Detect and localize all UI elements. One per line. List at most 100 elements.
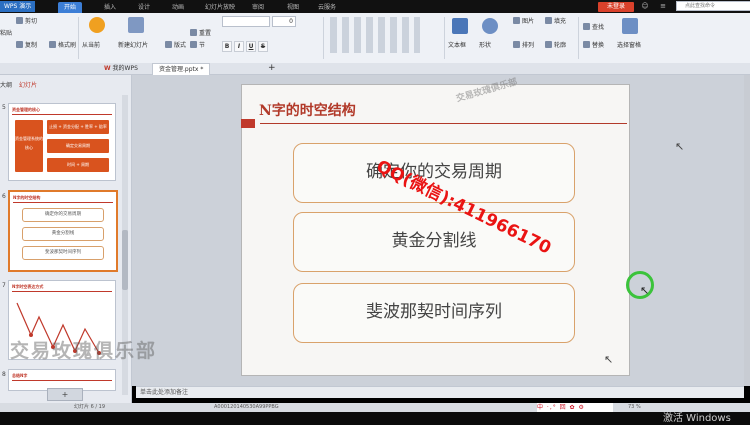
tab-cloud[interactable]: 云服务 xyxy=(318,2,336,13)
thumbnail-item: 确定你的交易周期 xyxy=(22,208,104,222)
slide-number: 8 xyxy=(2,371,6,378)
copy-icon xyxy=(16,41,23,48)
activate-windows-watermark: 激活 Windows xyxy=(663,413,731,424)
slide-thumbnail-6[interactable]: N字的时空结构 确定你的交易周期 黄金分割线 斐波那契时间序列 xyxy=(8,190,118,272)
search-icon xyxy=(583,23,590,30)
layout-button[interactable]: 版式 xyxy=(165,40,186,51)
tab-design[interactable]: 设计 xyxy=(138,2,150,13)
command-search-input[interactable]: 点此查找命令 xyxy=(676,1,750,11)
cut-button[interactable]: 剪切 xyxy=(16,16,37,27)
arrange-button[interactable]: 排列 xyxy=(513,40,534,51)
bold-button[interactable]: B xyxy=(222,41,232,52)
section-icon xyxy=(190,41,197,48)
video-frame-border xyxy=(0,412,750,425)
shape-button[interactable]: 形状 xyxy=(479,40,491,51)
login-button[interactable]: 未登录 xyxy=(598,2,634,12)
fill-icon xyxy=(545,17,552,24)
content-text: 斐波那契时间序列 xyxy=(366,302,502,322)
textbox-button[interactable]: 文本框 xyxy=(448,40,466,51)
slide-number: 7 xyxy=(2,282,6,289)
thumbnail-box: 时间 + 周期 xyxy=(47,158,109,172)
wps-logo-icon: W xyxy=(104,65,111,72)
tab-review[interactable]: 审阅 xyxy=(252,2,264,13)
tab-document[interactable]: 资金管理.pptx * xyxy=(152,63,211,75)
tab-slides[interactable]: 幻灯片 xyxy=(19,80,37,89)
play-icon[interactable] xyxy=(89,17,105,33)
image-icon xyxy=(513,17,520,24)
notes-input[interactable]: 单击此处添加备注 xyxy=(136,386,744,398)
reset-icon xyxy=(190,29,197,36)
outline-icon xyxy=(545,41,552,48)
thumbnail-title: N字的时空结构 xyxy=(13,195,113,203)
mouse-cursor-icon: ↖ xyxy=(675,140,685,153)
select-pane-icon[interactable] xyxy=(622,18,638,34)
underline-button[interactable]: U xyxy=(246,41,256,52)
tab-home[interactable]: 开始 xyxy=(58,2,83,13)
title-underline xyxy=(260,123,627,124)
thumbnail-box: 止损 + 资金分配 + 胜率 + 赔率 xyxy=(47,120,109,134)
ribbon-divider xyxy=(444,17,445,59)
thumbnail-title: 资金管理的核心 xyxy=(12,107,112,115)
skin-icon[interactable]: ☺ xyxy=(640,2,650,11)
paragraph-tools[interactable] xyxy=(330,17,420,53)
canvas-scrollbar[interactable] xyxy=(744,75,750,386)
tab-animation[interactable]: 动画 xyxy=(172,2,184,13)
title-arrow-icon xyxy=(241,119,255,128)
tab-slideshow[interactable]: 幻灯片放映 xyxy=(205,2,235,13)
tab-insert[interactable]: 插入 xyxy=(104,2,116,13)
slide-number: 5 xyxy=(2,104,6,111)
font-size-select[interactable]: 0 xyxy=(272,16,296,27)
find-button[interactable]: 查找 xyxy=(583,22,604,33)
new-slide-icon[interactable] xyxy=(128,17,144,33)
strike-button[interactable]: S xyxy=(258,41,268,52)
content-text: 黄金分割线 xyxy=(391,231,477,251)
textbox-icon[interactable] xyxy=(452,18,468,34)
video-watermark: 交易玫瑰俱乐部 xyxy=(10,340,158,362)
image-button[interactable]: 图片 xyxy=(513,16,534,27)
arrange-icon xyxy=(513,41,520,48)
italic-button[interactable]: I xyxy=(234,41,244,52)
thumbnail-box: 确定交易周期 xyxy=(47,139,109,153)
add-slide-button[interactable]: + xyxy=(47,388,83,401)
slide-count: 幻灯片 6 / 19 xyxy=(74,404,105,410)
format-painter-button[interactable]: 格式刷 xyxy=(49,40,76,51)
section-button[interactable]: 节 xyxy=(190,40,205,51)
zoom-level[interactable]: 73 % xyxy=(628,403,641,412)
menu-icon[interactable]: ≡ xyxy=(658,2,668,11)
mouse-cursor-icon: ↖ xyxy=(604,353,614,366)
paste-button[interactable]: 粘贴 xyxy=(0,28,12,39)
new-slide-button[interactable]: 新建幻灯片 xyxy=(118,40,148,51)
thumbnail-title: 总结N字 xyxy=(12,373,112,381)
panel-scrollbar-thumb[interactable] xyxy=(122,230,128,290)
layout-icon xyxy=(165,41,172,48)
mouse-cursor-icon: ↖ xyxy=(640,284,650,297)
thumbnail-item: 斐波那契时间序列 xyxy=(22,246,104,260)
new-tab-button[interactable]: + xyxy=(262,63,282,74)
replace-button[interactable]: 替换 xyxy=(583,40,604,51)
thumbnail-box: 资金管理系统的核心 xyxy=(15,120,43,172)
app-menu-button[interactable]: WPS 演示 xyxy=(0,1,36,12)
fill-button[interactable]: 填充 xyxy=(545,16,566,27)
ribbon-divider xyxy=(323,17,324,59)
select-pane-button[interactable]: 选择窗格 xyxy=(617,40,641,51)
tab-my-wps[interactable]: W 我的WPS xyxy=(98,63,144,74)
outline-button[interactable]: 轮廓 xyxy=(545,40,566,51)
tab-outline[interactable]: 大纲 xyxy=(0,80,12,89)
reset-button[interactable]: 重置 xyxy=(190,28,211,39)
slide-number: 6 xyxy=(2,193,6,200)
font-name-select[interactable] xyxy=(222,16,270,27)
brush-icon xyxy=(49,41,56,48)
content-box-3[interactable]: 斐波那契时间序列 xyxy=(293,283,575,343)
theme-name: A000120140530A99PPBG xyxy=(214,404,279,410)
ribbon-divider xyxy=(578,17,579,59)
slide-title[interactable]: N字的时空结构 xyxy=(259,100,356,120)
from-current-button[interactable]: 从当前 xyxy=(82,40,100,51)
thumbnail-item: 黄金分割线 xyxy=(22,227,104,241)
thumbnail-title: N字时空表达方式 xyxy=(12,284,112,292)
copy-button[interactable]: 复制 xyxy=(16,40,37,51)
slide-thumbnail-5[interactable]: 资金管理的核心 资金管理系统的核心 止损 + 资金分配 + 胜率 + 赔率 确定… xyxy=(8,103,116,181)
scissors-icon xyxy=(16,17,23,24)
shape-icon[interactable] xyxy=(482,18,498,34)
input-method-bar[interactable]: 中 ·,° 回 ✿ ⚙ xyxy=(537,403,613,412)
tab-view[interactable]: 视图 xyxy=(287,2,299,13)
